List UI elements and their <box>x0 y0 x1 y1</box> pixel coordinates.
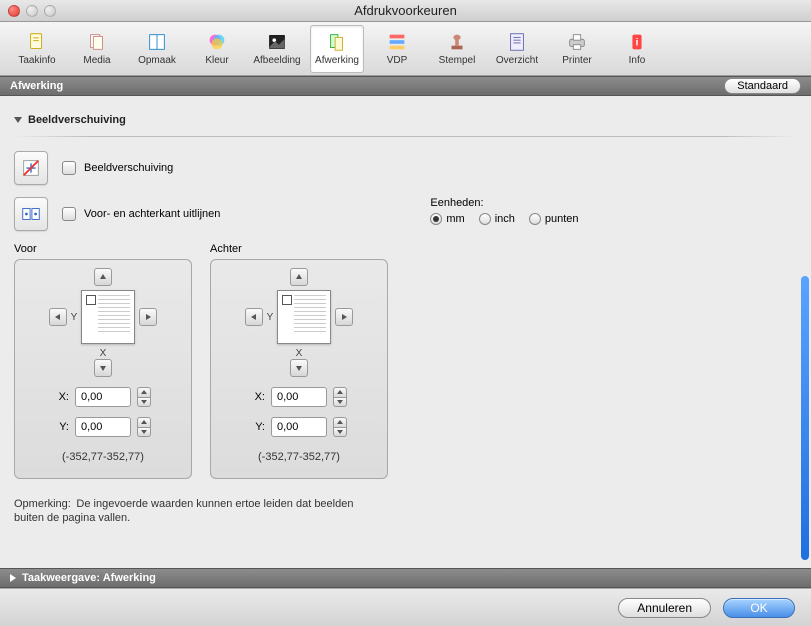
units-label: Eenheden: <box>430 197 578 209</box>
toolbar-item-kleur[interactable]: Kleur <box>190 25 244 73</box>
toolbar-item-info[interactable]: i Info <box>610 25 664 73</box>
back-y-stepper[interactable] <box>333 417 347 437</box>
disclosure-triangle-down-icon <box>14 117 22 123</box>
back-y-input[interactable] <box>271 417 327 437</box>
back-page-preview <box>277 290 331 344</box>
front-range-label: (-352,77-352,77) <box>62 451 144 463</box>
align-icon <box>14 197 48 231</box>
units-radio-punten[interactable]: punten <box>529 213 579 225</box>
front-y-stepper[interactable] <box>137 417 151 437</box>
vdp-icon <box>386 31 408 53</box>
section-title: Afwerking <box>10 80 63 92</box>
toolbar-item-stempel[interactable]: Stempel <box>430 25 484 73</box>
back-x-stepper[interactable] <box>333 387 347 407</box>
toolbar: Taakinfo Media Opmaak Kleur Afbeelding A… <box>0 22 811 76</box>
units-radio-inch[interactable]: inch <box>479 213 515 225</box>
titlebar: Afdrukvoorkeuren <box>0 0 811 22</box>
front-shift-left-button[interactable] <box>49 308 67 326</box>
back-shift-right-button[interactable] <box>335 308 353 326</box>
toolbar-item-media[interactable]: Media <box>70 25 124 73</box>
section-header-afwerking: Afwerking Standaard <box>0 76 811 96</box>
group-header-beeldverschuiving[interactable]: Beeldverschuiving <box>14 114 797 126</box>
front-x-stepper[interactable] <box>137 387 151 407</box>
ok-button[interactable]: OK <box>723 598 795 618</box>
front-page-preview <box>81 290 135 344</box>
window-zoom-button[interactable] <box>44 5 56 17</box>
image-shift-label: Beeldverschuiving <box>84 162 173 174</box>
document-info-icon <box>26 31 48 53</box>
window-minimize-button[interactable] <box>26 5 38 17</box>
toolbar-item-vdp[interactable]: VDP <box>370 25 424 73</box>
dialog-footer: Annuleren OK <box>0 588 811 626</box>
window-close-button[interactable] <box>8 5 20 17</box>
units-radio-mm[interactable]: mm <box>430 213 464 225</box>
image-shift-checkbox[interactable] <box>62 161 76 175</box>
toolbar-item-taakinfo[interactable]: Taakinfo <box>10 25 64 73</box>
front-panel: Y X X: Y: (-352,77-352,77) <box>14 259 192 479</box>
back-shift-up-button[interactable] <box>290 268 308 286</box>
back-x-input[interactable] <box>271 387 327 407</box>
finishing-icon <box>326 31 348 53</box>
color-icon <box>206 31 228 53</box>
toolbar-item-afwerking[interactable]: Afwerking <box>310 25 364 73</box>
svg-text:i: i <box>636 38 639 49</box>
front-shift-right-button[interactable] <box>139 308 157 326</box>
front-panel-title: Voor <box>14 243 194 255</box>
divider <box>14 136 797 137</box>
units-group: Eenheden: mm inch punten <box>430 197 578 225</box>
media-icon <box>86 31 108 53</box>
back-shift-down-button[interactable] <box>290 359 308 377</box>
front-y-input[interactable] <box>75 417 131 437</box>
standard-button[interactable]: Standaard <box>724 78 801 94</box>
image-shift-icon <box>14 151 48 185</box>
back-panel: Y X X: Y: (-352,77-352,77) <box>210 259 388 479</box>
align-front-back-checkbox[interactable] <box>62 207 76 221</box>
front-x-input[interactable] <box>75 387 131 407</box>
front-shift-up-button[interactable] <box>94 268 112 286</box>
disclosure-triangle-right-icon <box>10 574 16 582</box>
back-range-label: (-352,77-352,77) <box>258 451 340 463</box>
note-text: Opmerking: De ingevoerde waarden kunnen … <box>14 497 354 526</box>
toolbar-item-afbeelding[interactable]: Afbeelding <box>250 25 304 73</box>
toolbar-item-opmaak[interactable]: Opmaak <box>130 25 184 73</box>
back-panel-title: Achter <box>210 243 390 255</box>
cancel-button[interactable]: Annuleren <box>618 598 711 618</box>
back-shift-left-button[interactable] <box>245 308 263 326</box>
layout-icon <box>146 31 168 53</box>
align-front-back-label: Voor- en achterkant uitlijnen <box>84 208 220 220</box>
stamp-icon <box>446 31 468 53</box>
summary-icon <box>506 31 528 53</box>
toolbar-item-overzicht[interactable]: Overzicht <box>490 25 544 73</box>
subsection-header-taakweergave[interactable]: Taakweergave: Afwerking <box>0 568 811 588</box>
content-area: Beeldverschuiving Beeldverschuiving Voor… <box>0 96 811 568</box>
printer-icon <box>566 31 588 53</box>
image-icon <box>266 31 288 53</box>
toolbar-item-printer[interactable]: Printer <box>550 25 604 73</box>
scrollbar[interactable] <box>801 96 809 568</box>
info-icon: i <box>626 31 648 53</box>
front-shift-down-button[interactable] <box>94 359 112 377</box>
window-title: Afdrukvoorkeuren <box>0 3 811 18</box>
